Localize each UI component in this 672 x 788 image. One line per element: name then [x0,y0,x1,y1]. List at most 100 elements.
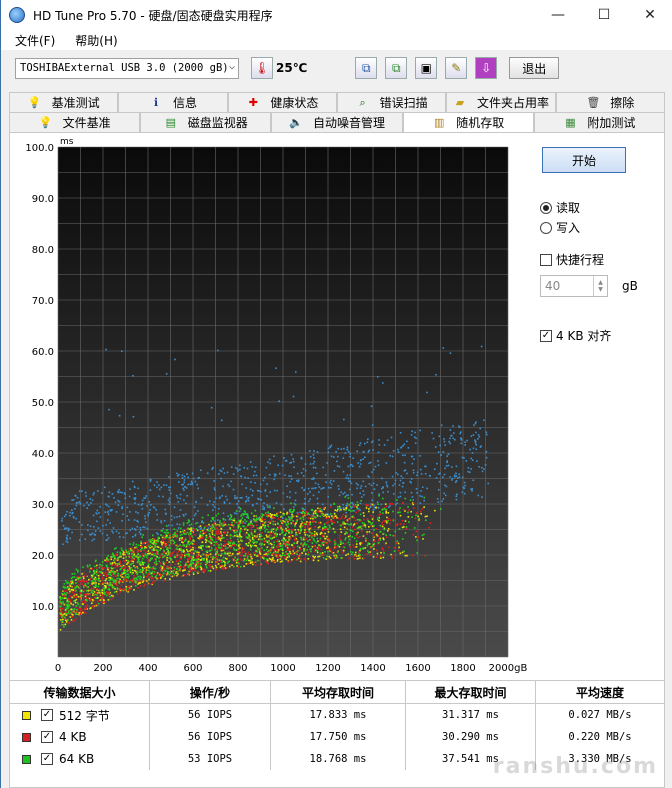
tab-tabs1-3[interactable]: ⌕ 错误扫描 [336,92,447,112]
copy-all-icon[interactable]: ⧉ [385,57,408,79]
tab-tabs1-0[interactable]: 💡 基准测试 [9,92,119,112]
data-point [211,526,213,529]
tabs-row-2: 💡 文件基准 ▤ 磁盘监视器 🔈 自动噪音管理 ▥ 随机存取 ▦ 附加测试 [9,112,666,132]
data-point [236,496,238,499]
write-radio[interactable]: 写入 [540,219,580,236]
data-point [218,529,220,532]
data-point [327,531,330,533]
menu-file[interactable]: 文件(F) [15,32,55,49]
spinner-arrows-icon[interactable]: ▲ ▼ [593,276,607,296]
data-point [259,538,261,540]
read-radio[interactable]: 读取 [540,199,580,216]
start-button[interactable]: 开始 [542,147,626,173]
data-point [106,591,109,594]
data-point [197,561,199,564]
data-point [421,508,424,510]
data-point [400,475,403,477]
data-point [163,549,165,552]
align-4kb-box[interactable]: ✓ [540,329,552,342]
data-point [239,497,242,499]
data-point [341,516,343,518]
series-checkbox[interactable]: ✓ [41,731,53,743]
data-point [201,557,203,560]
tab-tabs2-1[interactable]: ▤ 磁盘监视器 [140,112,272,132]
data-point [381,547,384,549]
data-point [399,552,402,555]
data-point [275,535,278,538]
tab-tabs1-2[interactable]: ✚ 健康状态 [227,92,337,112]
tab-tabs2-3[interactable]: ▥ 随机存取 [402,112,534,132]
data-point [135,511,137,513]
copy-info-icon[interactable]: ⧉ [355,57,378,79]
tab-tabs2-0[interactable]: 💡 文件基准 [9,112,141,132]
series-checkbox[interactable]: ✓ [41,753,53,765]
camera-icon[interactable]: ▣ [415,57,438,79]
data-point [114,571,117,573]
data-point [260,535,263,538]
data-point [348,523,350,526]
exit-button[interactable]: 退出 [509,57,560,79]
data-point [145,566,148,569]
data-point [109,582,112,585]
data-point [281,554,284,556]
data-point [60,602,63,605]
data-point [155,509,158,511]
thermometer-icon[interactable]: 🌡 [251,57,273,79]
data-point [160,575,162,578]
write-radio-dot[interactable] [540,221,552,234]
data-point [110,594,113,597]
speaker-icon: 🔈 [289,115,303,129]
data-point [101,532,104,535]
tab-tabs2-4[interactable]: ▦ 附加测试 [533,112,666,132]
data-point [453,474,456,477]
data-point [269,532,272,535]
data-point [97,578,100,581]
data-point [287,526,289,528]
series-checkbox[interactable]: ✓ [41,709,53,721]
read-radio-dot[interactable] [540,201,552,214]
data-point [181,530,184,533]
data-point [193,563,196,565]
data-point [304,529,306,531]
data-point [359,542,361,545]
data-point [472,424,475,427]
data-point [309,498,311,500]
data-point [381,509,384,511]
quick-stroke-spinner[interactable]: 40 ▲ ▼ [540,275,608,297]
data-point [268,543,270,545]
quick-stroke-checkbox[interactable]: 快捷行程 [540,251,604,268]
tab-tabs1-1[interactable]: ℹ 信息 [118,92,228,112]
save-download-icon[interactable]: ⇩ [475,57,498,79]
tab-tabs2-2[interactable]: 🔈 自动噪音管理 [271,112,403,132]
data-point [185,487,188,489]
series-color-swatch [22,754,31,764]
data-point [124,560,127,563]
drive-select[interactable]: TOSHIBAExternal USB 3.0 (2000 gB) ⌵ [15,57,239,79]
data-point [411,462,414,465]
data-point [66,581,68,584]
data-point [104,579,107,582]
data-point [151,557,154,559]
data-point [305,553,307,555]
data-point [81,600,83,603]
data-point [61,615,63,618]
data-point [155,543,158,545]
align-4kb-checkbox[interactable]: ✓ 4 KB 对齐 [540,327,611,344]
data-point [100,571,102,574]
data-point [288,543,291,546]
data-point [293,557,295,560]
close-button[interactable]: ✕ [627,0,672,30]
tab-tabs1-4[interactable]: ▰ 文件夹占用率 [446,92,556,112]
options-icon[interactable]: ✎ [445,57,468,79]
data-point [376,552,379,555]
data-point [166,536,168,539]
menu-help[interactable]: 帮助(H) [75,32,117,49]
y-axis-unit-label: ms [60,137,74,147]
maximize-button[interactable]: ☐ [581,0,627,30]
data-point [112,575,115,578]
quick-stroke-box[interactable] [540,253,552,266]
data-point [359,459,362,462]
minimize-button[interactable]: — [535,0,581,30]
data-point [91,598,94,601]
tab-tabs1-5[interactable]: 🗑 擦除 [555,92,665,112]
